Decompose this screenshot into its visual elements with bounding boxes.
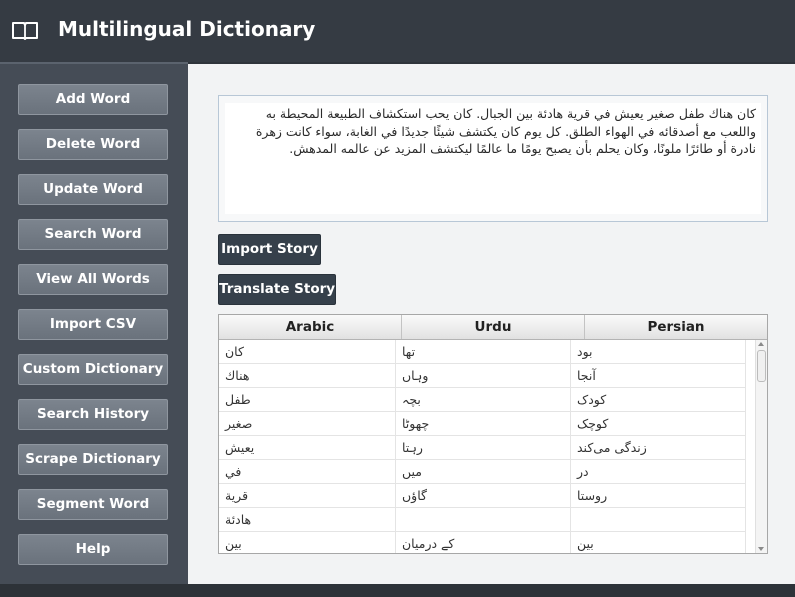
table-row[interactable]: قرية گاؤں روستا	[219, 484, 746, 508]
arabic-cell: في	[219, 460, 396, 483]
persian-cell: در	[571, 460, 746, 483]
persian-cell: آنجا	[571, 364, 746, 387]
table-row[interactable]: كان تھا بود	[219, 340, 746, 364]
search-word-button[interactable]: Search Word	[18, 219, 168, 250]
table-row[interactable]: هناك وہاں آنجا	[219, 364, 746, 388]
persian-cell: کوچک	[571, 412, 746, 435]
view-all-words-button[interactable]: View All Words	[18, 264, 168, 295]
table-row[interactable]: صغير چھوٹا کوچک	[219, 412, 746, 436]
urdu-cell: گاؤں	[396, 484, 571, 507]
translate-story-button[interactable]: Translate Story	[218, 274, 336, 305]
urdu-cell: تھا	[396, 340, 571, 363]
story-textarea[interactable]: كان هناك طفل صغير يعيش في قرية هادئة بين…	[225, 103, 761, 214]
story-frame: كان هناك طفل صغير يعيش في قرية هادئة بين…	[218, 95, 768, 222]
table-row[interactable]: يعيش رہتا زندگی می‌کند	[219, 436, 746, 460]
add-word-button[interactable]: Add Word	[18, 84, 168, 115]
arabic-cell: هادئة	[219, 508, 396, 531]
scrollbar-thumb[interactable]	[757, 350, 766, 382]
arabic-cell: بين	[219, 532, 396, 553]
title-bar: Multilingual Dictionary	[0, 0, 795, 62]
update-word-button[interactable]: Update Word	[18, 174, 168, 205]
arabic-cell: صغير	[219, 412, 396, 435]
persian-cell: بین	[571, 532, 746, 553]
urdu-cell: بچہ	[396, 388, 571, 411]
help-button[interactable]: Help	[18, 534, 168, 565]
book-icon	[12, 22, 38, 40]
table-row[interactable]: طفل بچہ کودک	[219, 388, 746, 412]
table-scrollbar[interactable]	[755, 340, 767, 553]
persian-cell: زندگی می‌کند	[571, 436, 746, 459]
table-row[interactable]: هادئة	[219, 508, 746, 532]
custom-dictionary-button[interactable]: Custom Dictionary	[18, 354, 168, 385]
urdu-cell: رہتا	[396, 436, 571, 459]
import-csv-button[interactable]: Import CSV	[18, 309, 168, 340]
scroll-down-icon[interactable]	[758, 547, 764, 551]
table-row[interactable]: في میں در	[219, 460, 746, 484]
persian-cell: کودک	[571, 388, 746, 411]
translation-table: Arabic Urdu Persian كان تھا بود هناك وہا…	[218, 314, 768, 554]
main-panel: كان هناك طفل صغير يعيش في قرية هادئة بين…	[188, 64, 795, 584]
arabic-cell: كان	[219, 340, 396, 363]
sidebar: Add Word Delete Word Update Word Search …	[0, 62, 188, 584]
persian-cell	[571, 508, 746, 531]
app-title: Multilingual Dictionary	[58, 17, 316, 41]
urdu-cell: چھوٹا	[396, 412, 571, 435]
segment-word-button[interactable]: Segment Word	[18, 489, 168, 520]
arabic-cell: هناك	[219, 364, 396, 387]
arabic-cell: يعيش	[219, 436, 396, 459]
bottom-bar	[0, 584, 795, 597]
table-row[interactable]: بين کے درمیان بین	[219, 532, 746, 553]
table-header: Arabic Urdu Persian	[219, 315, 767, 340]
urdu-cell: وہاں	[396, 364, 571, 387]
scrape-dictionary-button[interactable]: Scrape Dictionary	[18, 444, 168, 475]
column-header-arabic[interactable]: Arabic	[219, 315, 401, 339]
persian-cell: روستا	[571, 484, 746, 507]
import-story-button[interactable]: Import Story	[218, 234, 321, 265]
arabic-cell: طفل	[219, 388, 396, 411]
table-body: كان تھا بود هناك وہاں آنجا طفل بچہ کودک …	[219, 340, 746, 553]
arabic-cell: قرية	[219, 484, 396, 507]
scroll-up-icon[interactable]	[758, 342, 764, 346]
persian-cell: بود	[571, 340, 746, 363]
urdu-cell: میں	[396, 460, 571, 483]
column-header-urdu[interactable]: Urdu	[401, 315, 584, 339]
urdu-cell: کے درمیان	[396, 532, 571, 553]
delete-word-button[interactable]: Delete Word	[18, 129, 168, 160]
column-header-persian[interactable]: Persian	[584, 315, 767, 339]
search-history-button[interactable]: Search History	[18, 399, 168, 430]
urdu-cell	[396, 508, 571, 531]
